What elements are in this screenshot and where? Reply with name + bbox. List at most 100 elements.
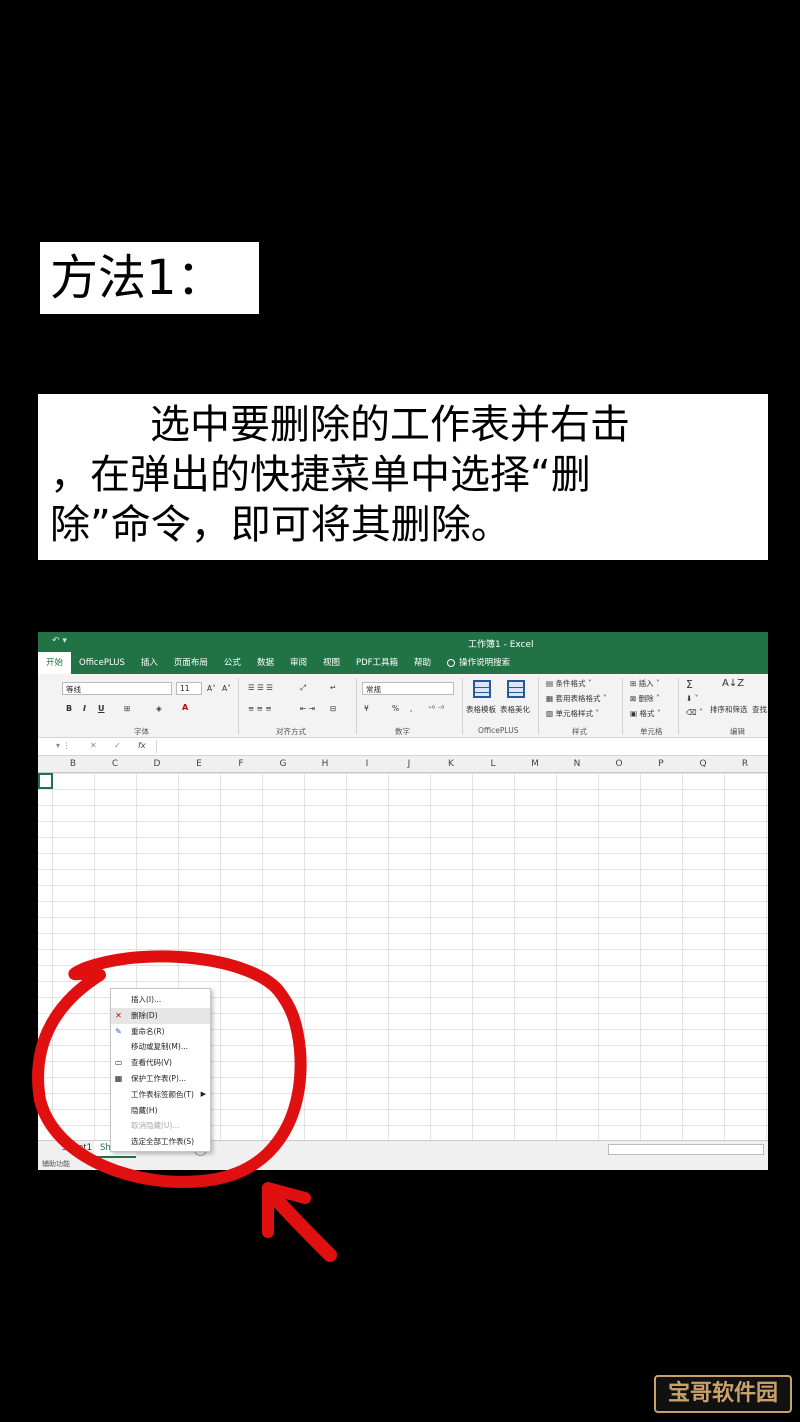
font-size-select[interactable]: 11 <box>176 682 202 695</box>
decimal-icon[interactable]: ⁺⁰ ⁻⁰ <box>428 704 444 713</box>
format-cells-button[interactable]: ▣ 格式 ˅ <box>630 708 661 719</box>
column-header[interactable]: R <box>724 759 766 769</box>
column-header[interactable]: K <box>430 759 472 769</box>
align-left-icon[interactable]: ≡ ≡ ≡ <box>248 704 272 713</box>
table-template-icon[interactable] <box>473 680 491 698</box>
ribbon: 等线 11 A˄ A˅ B I U ⊞ ◈ A 字体 ☰ ☰ ☰ ⤢ ↵ ≡ ≡… <box>38 674 768 738</box>
accessibility-status[interactable]: 辅助功能 <box>42 1160 70 1168</box>
menu-item-select-all-sheets[interactable]: 选定全部工作表(S) <box>111 1134 210 1150</box>
column-header[interactable]: G <box>262 759 304 769</box>
view-code-icon: ▭ <box>114 1058 123 1068</box>
menu-item-protect-sheet[interactable]: ▦ 保护工作表(P)... <box>111 1071 210 1087</box>
table-beautify-icon[interactable] <box>507 680 525 698</box>
menu-item-insert[interactable]: 插入(I)... <box>111 992 210 1008</box>
column-header[interactable]: I <box>346 759 388 769</box>
tab-help[interactable]: 帮助 <box>406 652 439 674</box>
clear-icon[interactable]: ⌫ ˅ <box>686 708 703 717</box>
column-header[interactable]: E <box>178 759 220 769</box>
align-top-icon[interactable]: ☰ ☰ ☰ <box>248 683 273 692</box>
tab-review[interactable]: 审阅 <box>282 652 315 674</box>
sheet-tab-sheet1[interactable]: Sheet1 <box>56 1141 98 1158</box>
column-header[interactable]: D <box>136 759 178 769</box>
table-template-label: 表格模板 <box>466 705 496 714</box>
tab-home[interactable]: 开始 <box>38 652 72 674</box>
active-cell[interactable] <box>38 773 53 789</box>
formula-bar: ▾ ⋮ ✕ ✓ fx <box>38 738 768 756</box>
font-color-button[interactable]: A <box>182 703 188 712</box>
rename-icon: ✎ <box>115 1026 122 1036</box>
tab-page-layout[interactable]: 页面布局 <box>166 652 216 674</box>
column-header[interactable]: P <box>640 759 682 769</box>
site-watermark-logo: 宝哥软件园 <box>654 1375 792 1413</box>
tab-pdf-tools[interactable]: PDF工具箱 <box>348 652 406 674</box>
submenu-arrow-icon: ▶ <box>200 1089 206 1098</box>
menu-item-view-code[interactable]: ▭ 查看代码(V) <box>111 1055 210 1071</box>
column-header[interactable]: O <box>598 759 640 769</box>
conditional-format-button[interactable]: ▤ 条件格式 ˅ <box>546 678 592 689</box>
comma-button[interactable]: , <box>410 704 412 713</box>
tab-formulas[interactable]: 公式 <box>216 652 249 674</box>
fill-icon[interactable]: ⬇ ˅ <box>686 694 698 703</box>
group-label-editing: 编辑 <box>730 727 745 736</box>
column-header[interactable]: N <box>556 759 598 769</box>
column-header[interactable]: J <box>388 759 430 769</box>
menu-item-move-copy[interactable]: 移动或复制(M)... <box>111 1039 210 1055</box>
fill-color-icon[interactable]: ◈ <box>156 704 162 713</box>
group-label-alignment: 对齐方式 <box>276 727 306 736</box>
find-select-label[interactable]: 查找 <box>752 704 767 715</box>
tell-me-search[interactable]: 操作说明搜索 <box>439 652 518 674</box>
number-format-select[interactable]: 常规 <box>362 682 454 695</box>
column-header[interactable]: M <box>514 759 556 769</box>
delete-cells-button[interactable]: ⊠ 删除 ˅ <box>630 693 660 704</box>
tab-officeplus[interactable]: OfficePLUS <box>71 652 133 674</box>
borders-icon[interactable]: ⊞ <box>124 704 130 713</box>
orientation-icon[interactable]: ⤢ <box>300 683 306 693</box>
formula-input[interactable] <box>156 740 764 753</box>
sort-filter-icon[interactable]: A↓Z <box>722 678 744 689</box>
column-header[interactable]: F <box>220 759 262 769</box>
column-header[interactable]: H <box>304 759 346 769</box>
column-header[interactable]: B <box>52 759 94 769</box>
method-title: 方法1： <box>40 242 259 314</box>
indent-icon[interactable]: ⇤ ⇥ <box>300 704 315 713</box>
shrink-font-button[interactable]: A˅ <box>222 684 231 693</box>
column-headers: B C D E F G H I J K L M N O P Q R <box>38 756 768 773</box>
column-header[interactable]: L <box>472 759 514 769</box>
title-bar: ↶ ▾ 工作簿1 - Excel <box>38 632 768 652</box>
grow-font-button[interactable]: A˄ <box>207 684 216 693</box>
name-box-dropdown-icon[interactable]: ▾ ⋮ <box>56 741 71 750</box>
format-as-table-button[interactable]: ▦ 套用表格格式 ˅ <box>546 693 607 704</box>
wrap-text-icon[interactable]: ↵ <box>330 683 336 692</box>
insert-cells-button[interactable]: ⊞ 插入 ˅ <box>630 678 660 689</box>
menu-item-hide[interactable]: 隐藏(H) <box>111 1103 210 1119</box>
cell-styles-button[interactable]: ▧ 单元格样式 ˅ <box>546 708 599 719</box>
merge-cells-icon[interactable]: ⊟ <box>330 704 336 713</box>
percent-button[interactable]: % <box>392 704 399 713</box>
tab-insert[interactable]: 插入 <box>133 652 166 674</box>
autosum-button[interactable]: Σ <box>686 678 693 691</box>
excel-window: ↶ ▾ 工作簿1 - Excel 开始 OfficePLUS 插入 页面布局 公… <box>38 632 768 1170</box>
cancel-icon[interactable]: ✕ <box>90 741 97 750</box>
tab-data[interactable]: 数据 <box>249 652 282 674</box>
tab-view[interactable]: 视图 <box>315 652 348 674</box>
menu-item-tab-color[interactable]: 工作表标签颜色(T) ▶ <box>111 1087 210 1103</box>
italic-button[interactable]: I <box>83 704 86 713</box>
horizontal-scrollbar[interactable] <box>608 1144 764 1155</box>
instruction-line-3: 除”命令，即可将其删除。 <box>50 502 511 548</box>
sort-filter-label[interactable]: 排序和筛选 <box>710 704 748 715</box>
enter-icon[interactable]: ✓ <box>114 741 121 750</box>
font-name-select[interactable]: 等线 <box>62 682 172 695</box>
quick-access-toolbar[interactable]: ↶ ▾ <box>52 636 67 646</box>
function-icon[interactable]: fx <box>138 741 146 750</box>
underline-button[interactable]: U <box>98 704 105 713</box>
instruction-line-2: ，在弹出的快捷菜单中选择“删 <box>50 452 591 498</box>
column-header[interactable]: C <box>94 759 136 769</box>
column-header[interactable]: Q <box>682 759 724 769</box>
group-label-number: 数字 <box>395 727 410 736</box>
menu-item-rename[interactable]: ✎ 重命名(R) <box>111 1024 210 1040</box>
group-label-font: 字体 <box>134 727 149 736</box>
menu-item-delete[interactable]: ✕ 删除(D) <box>111 1007 210 1024</box>
instruction-text: 选中要删除的工作表并右击 ，在弹出的快捷菜单中选择“删 除”命令，即可将其删除。 <box>38 394 768 560</box>
currency-icon[interactable]: ¥ <box>364 704 369 713</box>
bold-button[interactable]: B <box>66 704 72 713</box>
